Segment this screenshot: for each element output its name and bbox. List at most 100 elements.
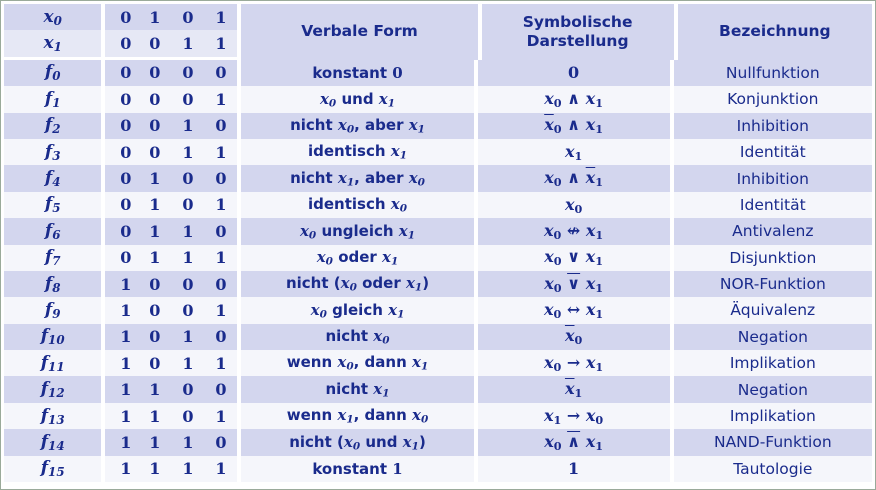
verbal-form: nicht x0, aber x1 [237,112,478,139]
symbolic-form: x1 [477,376,674,403]
truth-table-figure: x0 0 1 0 1 Verbale Form Symbolische Dars… [0,0,876,490]
output-bit: 0 [204,376,238,403]
verbal-form: x0 oder x1 [237,244,478,271]
output-bit: 1 [204,297,238,324]
table-row: f11 1 0 1 1 wenn x0, dann x1 x0 → x1 Implikatio… [4,350,872,377]
output-bit: 0 [204,323,238,351]
column-header-verbal: Verbale Form [237,4,478,60]
verbal-form: nicht (x0 und x1) [237,429,478,456]
function-name: f8 [4,270,106,298]
output-bit: 1 [204,455,238,483]
output-bit: 0 [171,270,205,298]
output-bit: 1 [171,112,205,139]
column-header-symbolic: Symbolische Darstellung [477,4,674,60]
output-bit: 0 [105,218,139,245]
table-row: f1 0 0 0 1 x0 und x1 x0 ∧ x1 Konjunktion [4,86,872,113]
header-bit: 0 [171,4,205,31]
function-name: f12 [4,376,106,403]
table-row: f12 1 1 0 0 nicht x1 x1 Negation [4,376,872,403]
output-bit: 1 [171,429,205,456]
verbal-form: nicht (x0 oder x1) [237,270,478,298]
table-row: f6 0 1 1 0 x0 ungleich x1 x0 ↮ x1 Antivalenz [4,218,872,245]
output-bit: 1 [171,138,205,166]
function-label: Negation [673,323,872,351]
function-label: Disjunktion [673,244,872,271]
function-label: Antivalenz [673,218,872,245]
table-row: f3 0 0 1 1 identisch x1 x1 Identität [4,138,872,166]
function-name: f13 [4,402,106,430]
symbolic-form: x0 → x1 [477,350,674,377]
column-header-symbolic-line1: Symbolische [522,12,633,31]
table-row: f10 1 0 1 0 nicht x0 x0 Negation [4,323,872,351]
output-bit: 0 [138,138,172,166]
table-row: f7 0 1 1 1 x0 oder x1 x0 ∨ x1 Disjunktion [4,244,872,271]
function-name: f14 [4,429,106,456]
function-label: Inhibition [673,165,872,192]
symbolic-form: x0 ∧ x1 [477,165,674,192]
output-bit: 0 [171,297,205,324]
output-bit: 0 [171,165,205,192]
table-row: f15 1 1 1 1 konstant 1 1 Tautologie [4,455,872,483]
output-bit: 0 [171,59,205,87]
output-bit: 1 [138,376,172,403]
output-bit: 0 [105,59,139,87]
verbal-form: x0 gleich x1 [237,297,478,324]
output-bit: 1 [171,218,205,245]
header-bit: 0 [105,30,139,60]
output-bit: 1 [171,350,205,377]
output-bit: 1 [105,429,139,456]
symbolic-form: x1 [477,138,674,166]
output-bit: 1 [138,165,172,192]
verbal-form: konstant 0 [237,59,478,87]
output-bit: 0 [105,112,139,139]
function-name: f6 [4,218,106,245]
table-row: f8 1 0 0 0 nicht (x0 oder x1) x0 ∨ x1 NOR-Funkt… [4,270,872,298]
function-label: Konjunktion [673,86,872,113]
header-bit: 1 [204,4,238,31]
function-label: Identität [673,191,872,219]
function-name: f1 [4,86,106,113]
function-label: NOR-Funktion [673,270,872,298]
symbolic-form: x0 ↔ x1 [477,297,674,324]
output-bit: 1 [171,455,205,483]
function-name: f4 [4,165,106,192]
output-bit: 0 [105,244,139,271]
output-bit: 0 [138,112,172,139]
output-bit: 0 [138,59,172,87]
output-bit: 1 [138,402,172,430]
output-bit: 1 [105,402,139,430]
output-bit: 0 [171,402,205,430]
output-bit: 1 [138,429,172,456]
function-name: f9 [4,297,106,324]
output-bit: 0 [138,297,172,324]
function-name: f2 [4,112,106,139]
symbolic-form: x0 [477,191,674,219]
table-row: f5 0 1 0 1 identisch x0 x0 Identität [4,191,872,219]
output-bit: 0 [105,138,139,166]
function-label: NAND-Funktion [673,429,872,456]
output-bit: 0 [105,165,139,192]
output-bit: 0 [171,376,205,403]
output-bit: 1 [138,455,172,483]
symbolic-form: x0 ∨ x1 [477,244,674,271]
verbal-form: wenn x1, dann x0 [237,402,478,430]
function-name: f15 [4,455,106,483]
output-bit: 1 [204,244,238,271]
output-bit: 0 [138,350,172,377]
output-bit: 1 [138,218,172,245]
output-bit: 1 [204,86,238,113]
output-bit: 1 [204,402,238,430]
header-bit: 1 [171,30,205,60]
output-bit: 0 [204,112,238,139]
output-bit: 0 [138,270,172,298]
symbolic-form: x0 [477,323,674,351]
table-row: f14 1 1 1 0 nicht (x0 und x1) x0 ∧ x1 NAND-Funk… [4,429,872,456]
verbal-form: x0 ungleich x1 [237,218,478,245]
output-bit: 0 [171,86,205,113]
output-bit: 1 [204,191,238,219]
output-bit: 0 [138,323,172,351]
output-bit: 1 [105,323,139,351]
header-bit: 0 [105,4,139,31]
symbolic-form: x1 → x0 [477,402,674,430]
table-row: f13 1 1 0 1 wenn x1, dann x0 x1 → x0 Implikatio… [4,402,872,430]
